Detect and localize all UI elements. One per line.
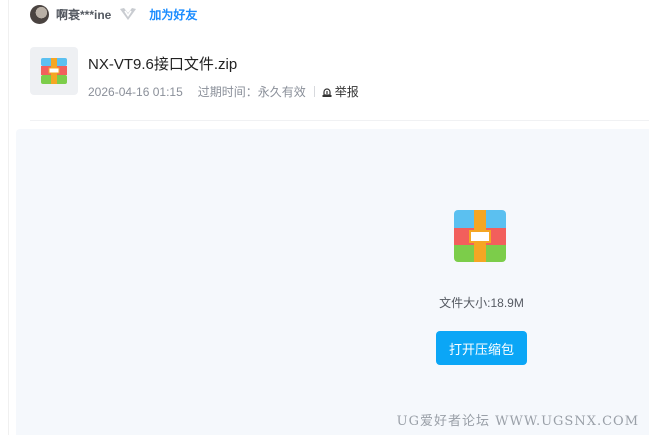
username[interactable]: 啊衰***ine bbox=[56, 6, 111, 23]
add-friend-link[interactable]: 加为好友 bbox=[149, 6, 197, 23]
file-size: 文件大小:18.9M bbox=[439, 296, 524, 310]
watermark: UG爱好者论坛 WWW.UGSNX.COM bbox=[396, 414, 639, 429]
open-archive-button[interactable]: 打开压缩包 bbox=[436, 331, 527, 365]
v-badge-icon bbox=[119, 7, 137, 21]
expire-value: 永久有效 bbox=[257, 85, 306, 99]
alarm-icon bbox=[322, 87, 332, 97]
separator bbox=[313, 86, 315, 97]
archive-icon bbox=[41, 58, 67, 84]
archive-icon bbox=[454, 210, 506, 262]
left-panel-edge bbox=[0, 0, 9, 435]
report-label: 举报 bbox=[334, 85, 359, 99]
file-thumbnail[interactable] bbox=[30, 47, 78, 95]
upload-date: 2026-04-16 01:15 bbox=[88, 84, 183, 99]
file-name: NX-VT9.6接口文件.zip bbox=[88, 56, 238, 73]
report-button[interactable]: 举报 bbox=[321, 83, 359, 100]
user-row: 啊衰***ine 加为好友 bbox=[30, 4, 197, 24]
file-info: NX-VT9.6接口文件.zip 2026-04-16 01:15 过期时间： … bbox=[30, 47, 359, 100]
divider bbox=[30, 120, 649, 121]
avatar[interactable] bbox=[30, 4, 49, 24]
expire-label: 过期时间： bbox=[197, 85, 258, 99]
archive-preview-panel: 文件大小:18.9M 打开压缩包 bbox=[16, 129, 649, 435]
